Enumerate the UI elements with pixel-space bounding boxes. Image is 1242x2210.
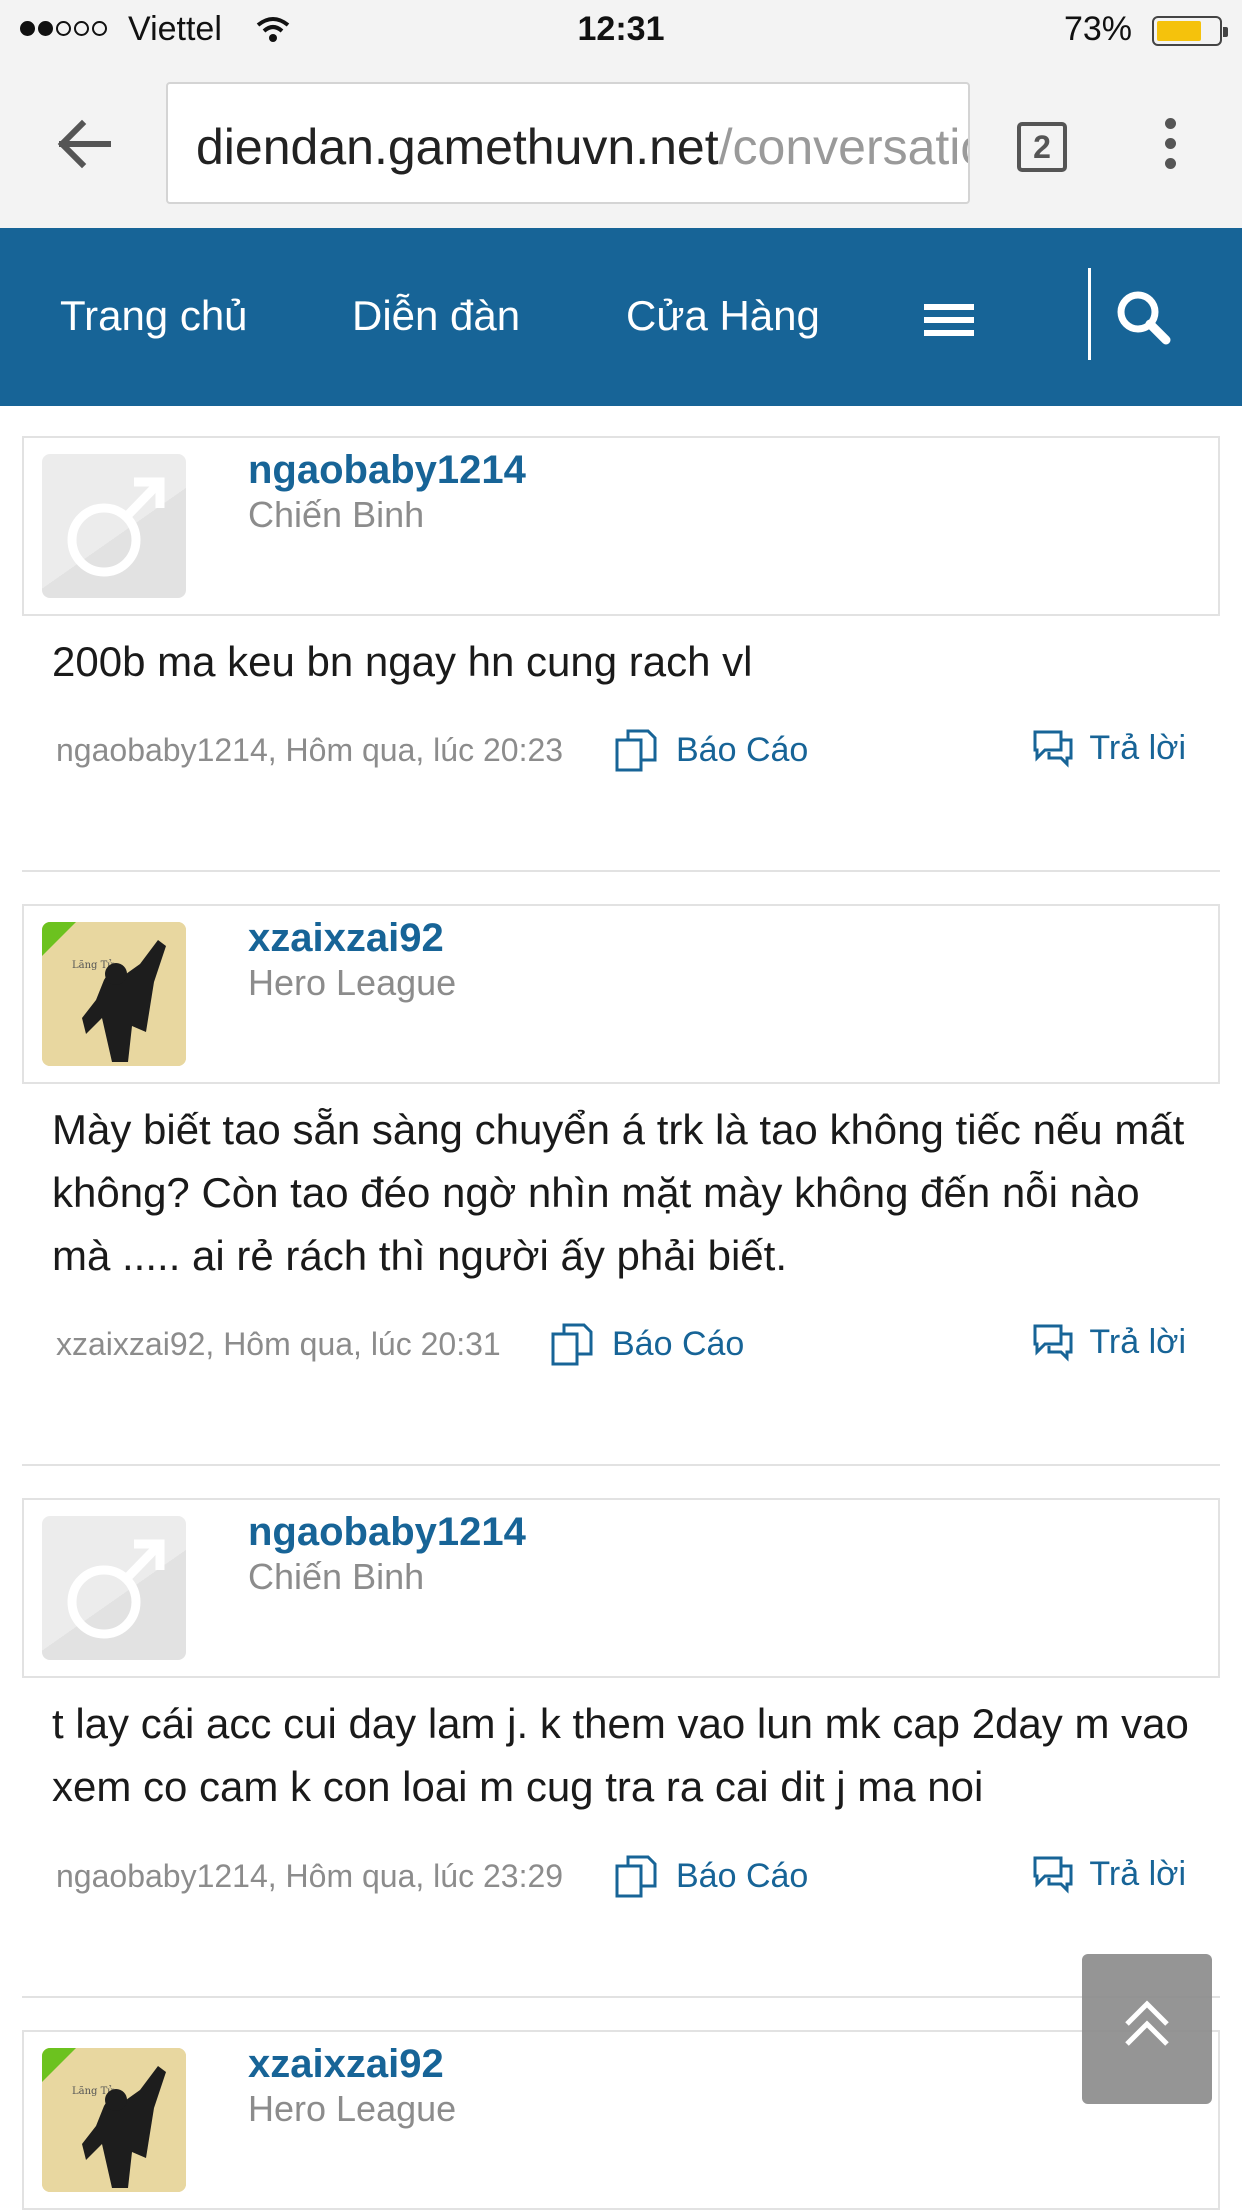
message-meta: ngaobaby1214, Hôm qua, lúc 20:23 bbox=[56, 732, 564, 768]
chat-bubbles-icon bbox=[1033, 1856, 1073, 1894]
reply-link[interactable]: Trả lời bbox=[1031, 728, 1186, 768]
message-text: Mày biết tao sẵn sàng chuyển á trk là ta… bbox=[52, 1106, 1185, 1279]
message-author-box: ngaobaby1214 Chiến Binh bbox=[22, 1498, 1220, 1678]
message-separator bbox=[22, 1464, 1220, 1466]
url-path: /conversatio bbox=[718, 119, 970, 175]
double-chevron-up-icon bbox=[1125, 2000, 1169, 2046]
report-link[interactable]: Báo Cáo bbox=[550, 1322, 744, 1366]
nav-forum-link[interactable]: Diễn đàn bbox=[352, 292, 520, 340]
report-label: Báo Cáo bbox=[676, 730, 809, 769]
username-link[interactable]: ngaobaby1214 bbox=[248, 448, 526, 493]
reply-label: Trả lời bbox=[1089, 1322, 1186, 1361]
site-navigation: Trang chủ Diễn đàn Cửa Hàng bbox=[0, 228, 1242, 406]
username-link[interactable]: ngaobaby1214 bbox=[248, 1510, 526, 1555]
username-link[interactable]: xzaixzai92 bbox=[248, 916, 444, 961]
status-bar: Viettel 12:31 73% bbox=[0, 0, 1242, 62]
status-time: 12:31 bbox=[577, 10, 665, 48]
username-link[interactable]: xzaixzai92 bbox=[248, 2042, 444, 2087]
photo-avatar[interactable]: Lãng Tử bbox=[42, 2048, 186, 2192]
search-icon[interactable] bbox=[1114, 288, 1172, 346]
report-link[interactable]: Báo Cáo bbox=[614, 728, 808, 772]
message-meta: xzaixzai92, Hôm qua, lúc 20:31 bbox=[56, 1326, 501, 1362]
report-icon bbox=[615, 729, 657, 772]
reply-link[interactable]: Trả lời bbox=[1031, 1854, 1186, 1894]
message-author-box: Lãng Tử xzaixzai92 Hero League bbox=[22, 2030, 1220, 2210]
message-meta: ngaobaby1214, Hôm qua, lúc 23:29 bbox=[56, 1858, 564, 1894]
report-label: Báo Cáo bbox=[612, 1324, 745, 1363]
report-icon bbox=[615, 1855, 657, 1898]
user-title: Chiến Binh bbox=[248, 494, 425, 535]
chat-bubbles-icon bbox=[1033, 1324, 1073, 1362]
reply-label: Trả lời bbox=[1089, 728, 1186, 767]
message-text: 200b ma keu bn ngay hn cung rach vl bbox=[52, 638, 753, 685]
tab-switcher-button[interactable]: 2 bbox=[1017, 122, 1067, 172]
photo-avatar[interactable]: Lãng Tử bbox=[42, 922, 186, 1066]
message-author-box: Lãng Tử xzaixzai92 Hero League bbox=[22, 904, 1220, 1084]
reply-link[interactable]: Trả lời bbox=[1031, 1322, 1186, 1362]
report-icon bbox=[551, 1323, 593, 1366]
battery-percentage: 73% bbox=[1063, 10, 1132, 48]
default-male-avatar[interactable] bbox=[42, 454, 186, 598]
message-separator bbox=[22, 1996, 1220, 1998]
hamburger-menu-icon[interactable] bbox=[924, 304, 974, 343]
back-arrow-icon[interactable] bbox=[52, 112, 116, 176]
chat-bubbles-icon bbox=[1033, 730, 1073, 768]
user-title: Hero League bbox=[248, 962, 457, 1003]
report-link[interactable]: Báo Cáo bbox=[614, 1854, 808, 1898]
scroll-to-top-button[interactable] bbox=[1082, 1954, 1212, 2104]
overflow-menu-icon[interactable] bbox=[1158, 118, 1182, 178]
battery-icon bbox=[1152, 16, 1228, 46]
address-bar[interactable]: diendan.gamethuvn.net/conversatio bbox=[166, 82, 970, 204]
message-text: t lay cái acc cui day lam j. k them vao … bbox=[52, 1700, 1189, 1810]
message-author-box: ngaobaby1214 Chiến Binh bbox=[22, 436, 1220, 616]
default-male-avatar[interactable] bbox=[42, 1516, 186, 1660]
report-label: Báo Cáo bbox=[676, 1856, 809, 1895]
user-title: Hero League bbox=[248, 2088, 457, 2129]
url-host: diendan.gamethuvn.net bbox=[196, 119, 719, 175]
nav-home-link[interactable]: Trang chủ bbox=[60, 292, 248, 340]
user-title: Chiến Binh bbox=[248, 1556, 425, 1597]
nav-shop-link[interactable]: Cửa Hàng bbox=[626, 292, 820, 340]
message-separator bbox=[22, 870, 1220, 872]
reply-label: Trả lời bbox=[1089, 1854, 1186, 1893]
browser-toolbar: diendan.gamethuvn.net/conversatio 2 bbox=[0, 62, 1242, 228]
nav-divider bbox=[1088, 268, 1091, 360]
